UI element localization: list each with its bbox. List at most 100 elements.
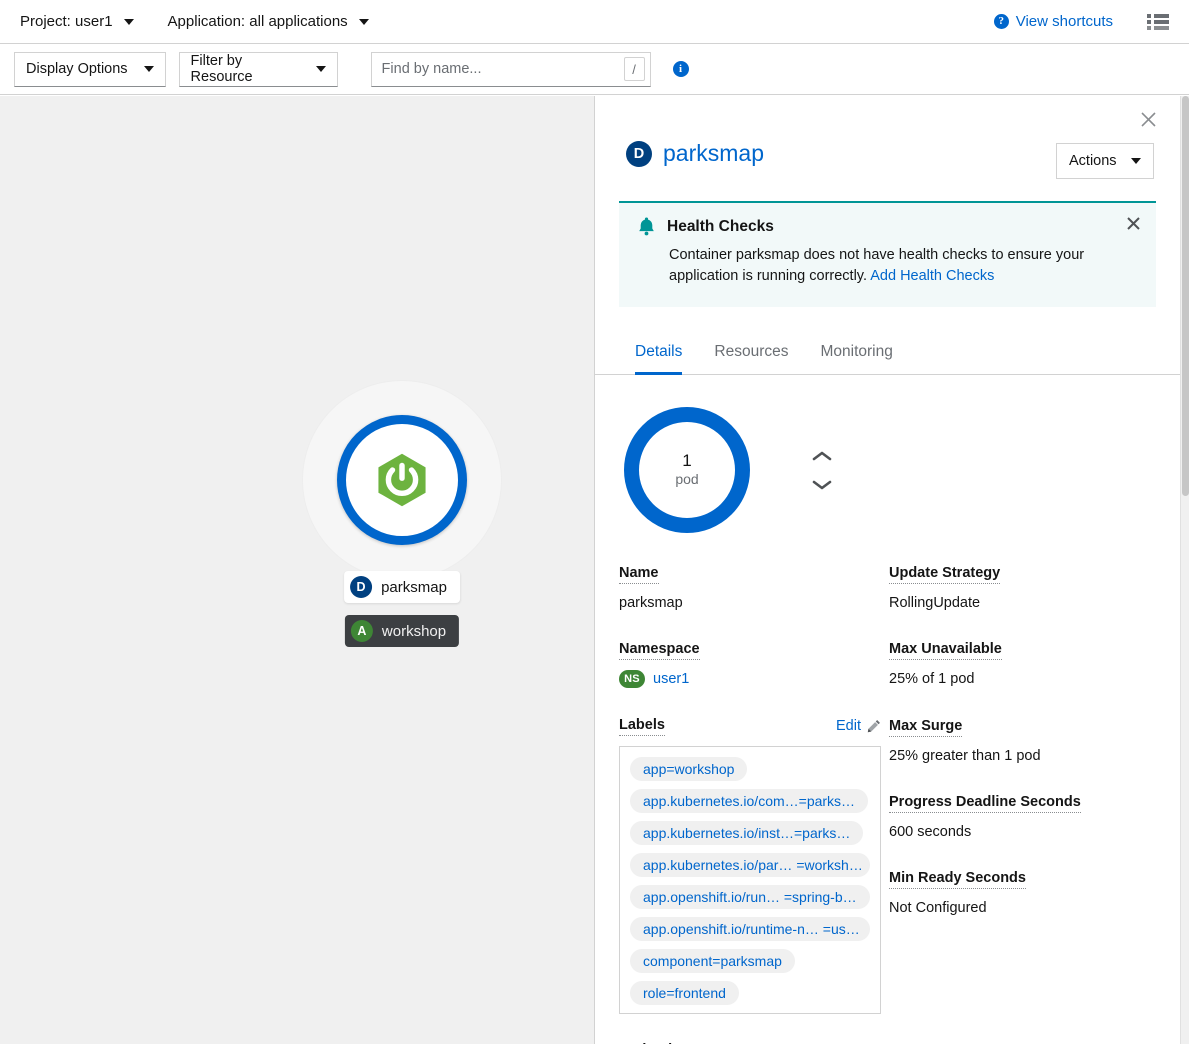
field-labels-label: Labels — [619, 717, 665, 736]
field-update-strategy-value: RollingUpdate — [889, 593, 1156, 613]
field-labels: Labels Edit app=worksho — [619, 717, 889, 1014]
application-selector-label: Application: all applications — [168, 13, 348, 30]
tab-monitoring-label: Monitoring — [820, 343, 892, 360]
edit-labels-button[interactable]: Edit — [836, 718, 881, 734]
close-icon[interactable] — [1136, 107, 1160, 131]
project-selector-label: Project: user1 — [20, 13, 113, 30]
label-chip[interactable]: role=frontend — [630, 981, 739, 1005]
alert-header: Health Checks — [638, 217, 1138, 236]
labels-header-row: Labels Edit — [619, 717, 881, 736]
details-left-column: Name parksmap Namespace NS user1 Labels — [619, 564, 889, 1044]
scrollbar-thumb[interactable] — [1182, 96, 1189, 496]
search-input[interactable] — [382, 61, 624, 77]
tab-resources-label: Resources — [714, 343, 788, 360]
chevron-up-icon[interactable] — [812, 449, 832, 463]
field-pod-selector: Pod Selector app=parksmap — [619, 1041, 889, 1044]
field-namespace-value: NS user1 — [619, 669, 889, 689]
namespace-link[interactable]: user1 — [653, 669, 689, 689]
search-box: / — [371, 52, 651, 87]
actions-button-label: Actions — [1069, 153, 1117, 169]
tab-details[interactable]: Details — [619, 329, 698, 374]
search-shortcut-key: / — [624, 57, 645, 81]
panel-title: D parksmap — [626, 140, 764, 167]
field-min-ready-seconds-label: Min Ready Seconds — [889, 870, 1026, 889]
details-grid: Name parksmap Namespace NS user1 Labels — [619, 564, 1156, 1044]
node-label-text: parksmap — [381, 579, 447, 596]
field-max-unavailable-value: 25% of 1 pod — [889, 669, 1156, 689]
list-view-icon[interactable] — [1139, 3, 1177, 41]
pod-count: 1 — [682, 452, 691, 471]
label-chip[interactable]: app.kubernetes.io/inst…=parks… — [630, 821, 863, 845]
topology-canvas[interactable]: D parksmap A workshop — [0, 96, 594, 1044]
panel-title-text[interactable]: parksmap — [663, 140, 764, 167]
project-selector[interactable]: Project: user1 — [14, 7, 140, 37]
view-shortcuts-button[interactable]: ? View shortcuts — [994, 13, 1113, 30]
filter-toolbar: Display Options Filter by Resource / i — [0, 44, 1189, 95]
pod-status-row: 1 pod — [619, 407, 1156, 533]
display-options-dropdown[interactable]: Display Options — [14, 52, 166, 87]
pod-unit-label: pod — [675, 470, 698, 488]
field-max-surge-label: Max Surge — [889, 718, 962, 737]
filter-by-resource-label: Filter by Resource — [191, 53, 300, 85]
label-chip[interactable]: app.kubernetes.io/par… =worksh… — [630, 853, 870, 877]
node-label[interactable]: D parksmap — [344, 571, 460, 603]
edit-labels-label: Edit — [836, 718, 861, 734]
topology-page: Project: user1 Application: all applicat… — [0, 0, 1189, 1044]
field-name: Name parksmap — [619, 564, 889, 613]
label-chip[interactable]: app.openshift.io/runtime-n… =us… — [630, 917, 870, 941]
labels-chip-list: app=workshop app.kubernetes.io/com…=park… — [619, 746, 881, 1014]
chevron-down-icon — [1131, 158, 1141, 164]
alert-title: Health Checks — [667, 218, 774, 236]
field-name-label: Name — [619, 565, 659, 584]
view-shortcuts-label: View shortcuts — [1016, 13, 1113, 30]
field-max-unavailable-label: Max Unavailable — [889, 641, 1002, 660]
tab-monitoring[interactable]: Monitoring — [804, 329, 908, 374]
panel-scrollbar[interactable] — [1180, 96, 1189, 1044]
alert-body: Container parksmap does not have health … — [638, 245, 1108, 287]
chevron-down-icon — [359, 19, 369, 25]
pod-donut-chart[interactable]: 1 pod — [624, 407, 750, 533]
topology-node-parksmap[interactable]: D parksmap A workshop — [303, 381, 501, 579]
pod-scale-controls — [812, 449, 832, 492]
health-checks-alert: Health Checks Container parksmap does no… — [619, 201, 1156, 307]
field-namespace: Namespace NS user1 — [619, 640, 889, 689]
pod-donut-center: 1 pod — [624, 407, 750, 533]
label-chip[interactable]: app=workshop — [630, 757, 747, 781]
filter-by-resource-dropdown[interactable]: Filter by Resource — [179, 52, 338, 87]
details-side-panel: D parksmap Actions Health Checks — [594, 96, 1180, 1044]
chevron-down-icon — [124, 19, 134, 25]
top-toolbar: Project: user1 Application: all applicat… — [0, 0, 1189, 44]
field-update-strategy-label: Update Strategy — [889, 565, 1000, 584]
label-chip[interactable]: app.openshift.io/run… =spring-b… — [630, 885, 870, 909]
panel-header: D parksmap Actions — [595, 96, 1180, 179]
field-progress-deadline-label: Progress Deadline Seconds — [889, 794, 1081, 813]
panel-tabs: Details Resources Monitoring — [595, 329, 1180, 375]
field-max-surge-value: 25% greater than 1 pod — [889, 746, 1156, 766]
deployment-badge: D — [626, 141, 652, 167]
actions-button[interactable]: Actions — [1056, 143, 1154, 179]
question-circle-icon: ? — [994, 14, 1009, 29]
field-progress-deadline: Progress Deadline Seconds 600 seconds — [889, 793, 1156, 842]
chevron-down-icon[interactable] — [812, 478, 832, 492]
namespace-badge: NS — [619, 670, 645, 688]
bell-icon — [638, 217, 655, 236]
field-namespace-label: Namespace — [619, 641, 700, 660]
label-chip[interactable]: component=parksmap — [630, 949, 795, 973]
application-label-text: workshop — [382, 623, 446, 640]
field-min-ready-seconds-value: Not Configured — [889, 898, 1156, 918]
label-chip[interactable]: app.kubernetes.io/com…=parks… — [630, 789, 868, 813]
field-max-unavailable: Max Unavailable 25% of 1 pod — [889, 640, 1156, 689]
application-group-label[interactable]: A workshop — [345, 615, 459, 647]
toolbar-actions: ? View shortcuts — [994, 3, 1189, 41]
alert-close-icon[interactable] — [1127, 217, 1140, 234]
node-ring[interactable] — [337, 415, 467, 545]
info-circle-icon[interactable]: i — [673, 61, 689, 77]
add-health-checks-link[interactable]: Add Health Checks — [870, 268, 994, 284]
details-right-column: Update Strategy RollingUpdate Max Unavai… — [889, 564, 1156, 1044]
deployment-badge: D — [350, 576, 372, 598]
tab-resources[interactable]: Resources — [698, 329, 804, 374]
display-options-label: Display Options — [26, 61, 128, 77]
details-tab-content: 1 pod Name — [595, 407, 1180, 1044]
chevron-down-icon — [316, 66, 326, 72]
application-selector[interactable]: Application: all applications — [162, 7, 375, 37]
